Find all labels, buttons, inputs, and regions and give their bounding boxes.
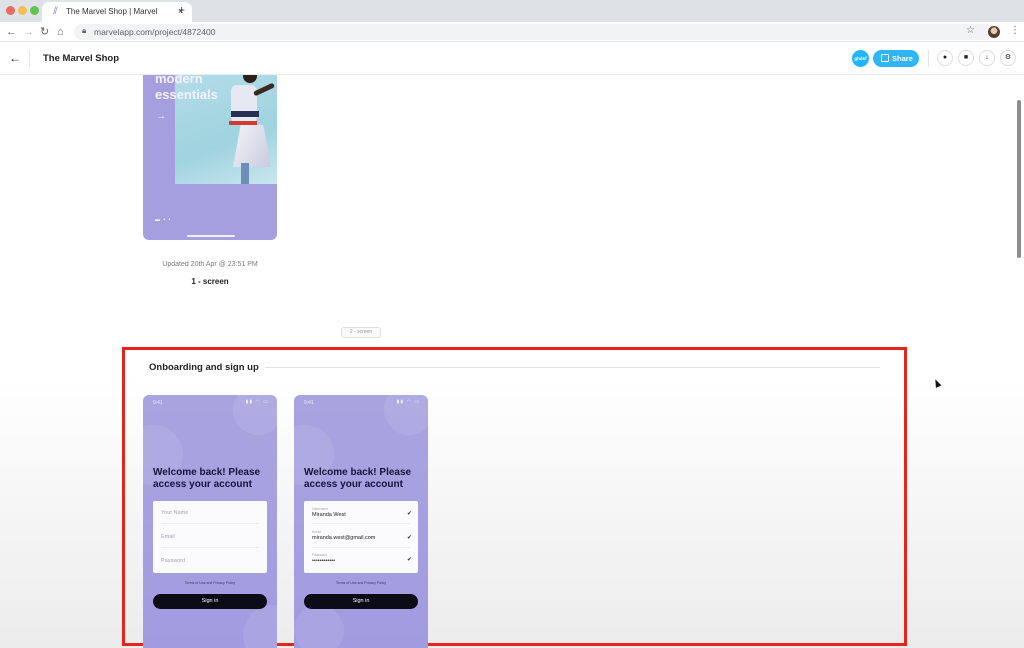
section-divider (265, 367, 880, 368)
back-arrow-icon[interactable]: ← (9, 51, 21, 65)
arrow-right-icon: → (156, 111, 166, 122)
scrollbar[interactable] (1017, 100, 1021, 258)
url-text: marvelapp.com/project/4872400 (94, 27, 216, 37)
share-icon (881, 54, 889, 62)
screen-count: 1 - screen (191, 277, 229, 286)
app-header: ← The Marvel Shop ghdsf Share ● ■ ↓ ⚙ (0, 42, 1024, 75)
project-canvas: modern essentials → ▬ • • Updated 20th A… (0, 75, 1024, 648)
comment-icon[interactable]: ● (937, 50, 953, 66)
email-field[interactable]: Email (161, 534, 261, 540)
pager-dots: ▬ • • (155, 217, 172, 223)
status-icons: ▮▮ ◠ ▭ (396, 399, 420, 405)
welcome-heading: Welcome back! Please access your account (304, 467, 412, 490)
screen-thumbnail-signin-filled[interactable]: 9:41 ▮▮ ◠ ▭ Welcome back! Please access … (294, 395, 428, 648)
new-tab-button[interactable]: + (178, 4, 185, 16)
screen-thumbnail-signin-empty[interactable]: 9:41 ▮▮ ◠ ▭ Welcome back! Please access … (143, 395, 277, 648)
section-pill: 2 - screen (341, 327, 381, 338)
header-divider (29, 50, 30, 67)
signin-form: Your Name Email Password (153, 501, 267, 573)
project-title: The Marvel Shop (43, 53, 120, 64)
field-label: Email (312, 530, 321, 534)
signin-button[interactable]: Sign in (304, 594, 418, 609)
email-field[interactable]: Email miranda.west@gmail.com (312, 530, 412, 541)
tab-title: The Marvel Shop | Marvel (66, 7, 158, 16)
status-time: 9:41 (153, 400, 163, 406)
status-time: 9:41 (304, 400, 314, 406)
bookmark-star-icon[interactable]: ☆ (966, 25, 975, 36)
maximize-window-button[interactable] (30, 6, 39, 15)
field-divider (312, 523, 410, 524)
settings-icon[interactable]: ⚙ (1000, 50, 1016, 66)
signin-button[interactable]: Sign in (153, 594, 267, 609)
figure-skirt (233, 125, 271, 167)
bg-bubble (243, 605, 277, 648)
field-divider (161, 523, 259, 524)
close-window-button[interactable] (6, 6, 15, 15)
check-icon: ✔ (406, 557, 412, 563)
field-placeholder: Your Name (161, 510, 189, 516)
legal-text: Terms of Use and Privacy Policy (335, 581, 387, 585)
lock-icon: 🔒︎ (82, 26, 87, 35)
field-value: •••••••••••• (312, 558, 336, 564)
figure-arm (252, 82, 276, 97)
home-icon[interactable]: ⌂ (57, 25, 64, 39)
check-icon: ✔ (406, 511, 412, 517)
team-badge[interactable]: ghdsf (852, 50, 869, 67)
figure-stripe (231, 111, 259, 117)
field-placeholder: Password (161, 558, 186, 564)
field-placeholder: Email (161, 534, 175, 540)
password-field[interactable]: Password •••••••••••• (312, 553, 412, 564)
field-label: Username (312, 507, 329, 511)
field-divider (161, 547, 259, 548)
username-field[interactable]: Username Miranda West (312, 507, 412, 518)
field-divider (312, 547, 410, 548)
check-icon: ✔ (406, 535, 412, 541)
name-field[interactable]: Your Name (161, 510, 261, 516)
figure-leg (241, 163, 249, 184)
hero-text: modern essentials (155, 75, 218, 102)
screen-thumbnail[interactable]: modern essentials → ▬ • • (143, 75, 277, 240)
signin-form: Username Miranda West ✔ Email miranda.we… (304, 501, 418, 573)
minimize-window-button[interactable] (18, 6, 27, 15)
header-divider (928, 50, 929, 67)
back-icon[interactable]: ← (6, 25, 17, 39)
forward-icon[interactable]: → (23, 25, 34, 39)
profile-avatar[interactable] (988, 26, 1000, 38)
status-icons: ▮▮ ◠ ▭ (245, 399, 269, 405)
download-icon[interactable]: ↓ (979, 50, 995, 66)
browser-address-bar: ← → ↻ ⌂ 🔒︎ marvelapp.com/project/4872400… (0, 22, 1024, 42)
field-label: Password (312, 553, 328, 557)
home-indicator (187, 235, 235, 237)
field-value: Miranda West (312, 512, 346, 518)
welcome-heading: Welcome back! Please access your account (153, 467, 261, 490)
share-label: Share (892, 54, 913, 63)
share-button[interactable]: Share (873, 50, 919, 67)
bg-bubble (294, 605, 344, 648)
video-icon[interactable]: ■ (958, 50, 974, 66)
password-field[interactable]: Password (161, 558, 261, 564)
updated-timestamp: Updated 20th Apr @ 23:51 PM (162, 261, 258, 268)
more-icon[interactable]: ⋮ (1010, 25, 1020, 36)
section-title: Onboarding and sign up (149, 362, 259, 373)
figure-stripe (229, 121, 257, 125)
marvel-favicon-icon: ⫽ (53, 6, 58, 17)
field-value: miranda.west@gmail.com (312, 535, 376, 541)
browser-tab[interactable]: ⫽ The Marvel Shop | Marvel × (42, 2, 192, 22)
reload-icon[interactable]: ↻ (40, 25, 49, 39)
browser-tab-bar: ⫽ The Marvel Shop | Marvel × + (0, 0, 1024, 22)
url-field[interactable]: 🔒︎ marvelapp.com/project/4872400 (74, 24, 994, 40)
legal-text: Terms of Use and Privacy Policy (184, 581, 236, 585)
